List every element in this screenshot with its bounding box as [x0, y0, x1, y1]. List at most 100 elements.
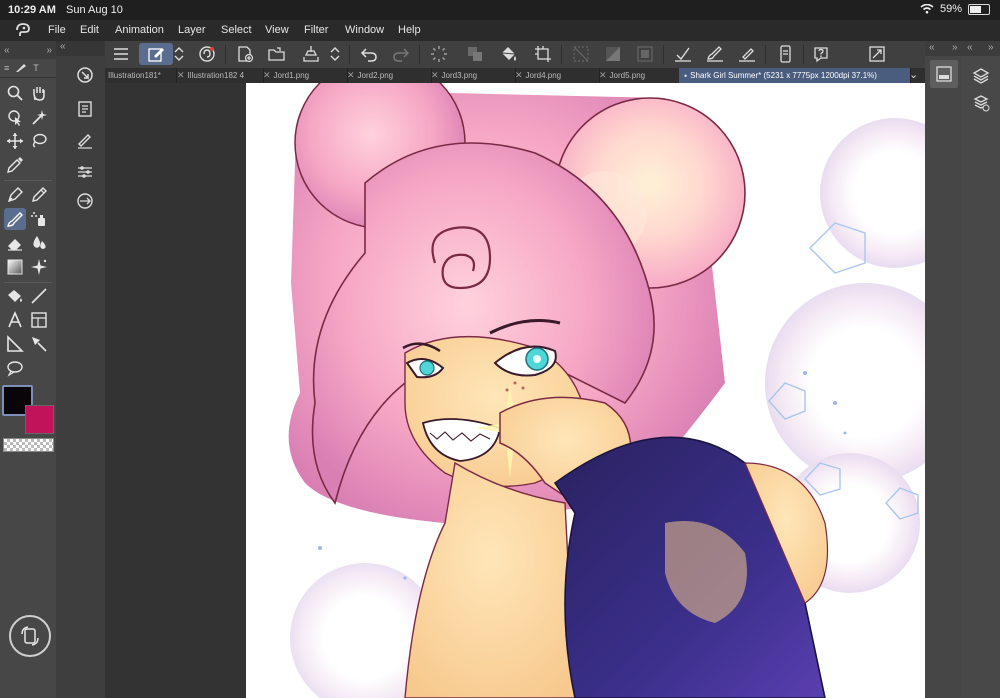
snap-ruler-icon[interactable] — [671, 43, 695, 65]
battery-fill — [970, 5, 981, 13]
menu-select[interactable]: Select — [221, 24, 252, 36]
tab-overflow-chevron-icon[interactable]: ⌄ — [909, 68, 918, 81]
brush-size-icon[interactable] — [76, 131, 94, 149]
redo-icon[interactable] — [389, 43, 413, 65]
sub-collapse-left-button[interactable]: « — [60, 41, 66, 56]
pen-icon[interactable] — [4, 184, 26, 206]
invert-selection-icon[interactable] — [601, 43, 625, 65]
tool-property-icon[interactable] — [76, 163, 94, 181]
app-logo-icon[interactable] — [14, 22, 32, 38]
new-canvas-icon[interactable] — [233, 43, 257, 65]
move-icon[interactable] — [4, 130, 26, 152]
expand-selection-icon[interactable] — [633, 43, 657, 65]
document-tab[interactable]: ✕ Jord2.png — [343, 68, 432, 83]
tab-label: Illustration182 4 — [187, 71, 245, 80]
document-tab[interactable]: ✕ Illustration182 4 — [173, 68, 264, 83]
menu-window[interactable]: Window — [345, 24, 384, 36]
gradient-icon[interactable] — [4, 256, 26, 278]
snap-special-ruler-icon[interactable] — [703, 43, 727, 65]
right-collapse-left-button[interactable]: « — [929, 42, 935, 53]
eyedropper-icon[interactable] — [4, 154, 26, 176]
document-tab[interactable]: ✕ Jord1.png — [259, 68, 348, 83]
magic-wand-icon[interactable] — [28, 106, 50, 128]
clear-selection-icon[interactable] — [569, 43, 593, 65]
fullscreen-icon[interactable] — [865, 43, 889, 65]
rotate-icon — [21, 626, 39, 646]
balloon-icon[interactable] — [4, 357, 26, 379]
document-tab[interactable]: ✕ Jord5.png — [595, 68, 684, 83]
menu-file[interactable]: File — [48, 24, 66, 36]
tab-close-icon[interactable]: ✕ — [431, 70, 439, 81]
tab-close-icon[interactable]: ✕ — [515, 70, 523, 81]
menu-icon[interactable]: ≡ — [4, 63, 9, 73]
smartphone-connect-icon[interactable] — [773, 43, 797, 65]
collapse-left-button[interactable]: « — [4, 45, 10, 56]
tab-close-icon[interactable]: ✕ — [599, 70, 607, 81]
canvas-rotate-button[interactable] — [9, 615, 51, 657]
battery-icon — [968, 3, 990, 15]
layer-property-icon[interactable] — [972, 94, 990, 112]
fill-bucket-icon[interactable] — [497, 43, 521, 65]
chevron-updown-icon[interactable] — [171, 43, 187, 65]
right-dock-column — [925, 56, 962, 698]
right-collapse-right-2-button[interactable]: » — [988, 42, 994, 53]
zoom-icon[interactable] — [4, 82, 26, 104]
undo-icon[interactable] — [357, 43, 381, 65]
collapse-right-button[interactable]: » — [46, 45, 52, 56]
color-set-icon[interactable] — [76, 192, 94, 210]
decoration-icon[interactable] — [28, 256, 50, 278]
lasso-icon[interactable] — [28, 130, 50, 152]
navigator-button[interactable] — [930, 60, 958, 88]
text-tab[interactable]: T — [33, 63, 39, 73]
fill-icon[interactable] — [4, 285, 26, 307]
menu-view[interactable]: View — [265, 24, 289, 36]
tab-modified-dot[interactable]: • — [684, 71, 687, 81]
sub-color-swatch[interactable] — [25, 405, 54, 434]
copy-layer-icon[interactable] — [463, 43, 487, 65]
loading-spinner-icon[interactable] — [427, 43, 451, 65]
correct-line-icon[interactable] — [28, 333, 50, 355]
document-tab[interactable]: Illustration181* — [105, 68, 177, 83]
transparent-color-swatch[interactable] — [3, 438, 54, 452]
save-chevron-icon[interactable] — [327, 43, 343, 65]
tab-close-icon[interactable]: ✕ — [263, 70, 271, 81]
document-tab[interactable]: ✕ Jord3.png — [427, 68, 516, 83]
hand-icon[interactable] — [28, 82, 50, 104]
sub-tool-detail-icon[interactable] — [76, 100, 94, 118]
eraser-icon[interactable] — [4, 232, 26, 254]
line-icon[interactable] — [28, 285, 50, 307]
menu-animation[interactable]: Animation — [115, 24, 164, 36]
blend-icon[interactable] — [28, 232, 50, 254]
layer-icon[interactable] — [972, 67, 990, 85]
open-folder-icon[interactable] — [265, 43, 289, 65]
right-collapse-right-button[interactable]: » — [952, 42, 958, 53]
menu-help[interactable]: Help — [398, 24, 421, 36]
hamburger-menu-icon[interactable] — [109, 43, 133, 65]
crop-icon[interactable] — [531, 43, 555, 65]
edit-mode-icon[interactable] — [139, 43, 173, 65]
airbrush-icon[interactable] — [28, 208, 50, 230]
tab-close-icon[interactable]: ✕ — [347, 70, 355, 81]
save-icon[interactable] — [299, 43, 323, 65]
brush-icon[interactable] — [4, 208, 26, 230]
sub-tool-icon[interactable] — [76, 66, 94, 84]
artwork-canvas[interactable] — [105, 83, 925, 698]
pen-tab-icon[interactable] — [15, 63, 27, 73]
text-icon[interactable] — [4, 309, 26, 331]
snap-grid-icon[interactable] — [735, 43, 759, 65]
right-collapse-left-2-button[interactable]: « — [967, 42, 973, 53]
ruler-icon[interactable] — [4, 333, 26, 355]
tab-close-icon[interactable]: ✕ — [177, 70, 185, 81]
frame-border-icon[interactable] — [28, 309, 50, 331]
document-tab-active[interactable]: • Shark Girl Summer* (5231 x 7775px 1200… — [679, 68, 911, 83]
menu-edit[interactable]: Edit — [80, 24, 99, 36]
help-icon[interactable] — [809, 43, 833, 65]
toolbar-divider — [561, 45, 562, 64]
menu-layer[interactable]: Layer — [178, 24, 206, 36]
pencil-icon[interactable] — [28, 184, 50, 206]
object-select-icon[interactable] — [4, 106, 26, 128]
canvas-area[interactable] — [105, 83, 925, 698]
menu-filter[interactable]: Filter — [304, 24, 328, 36]
companion-mode-icon[interactable] — [195, 43, 219, 65]
document-tab[interactable]: ✕ Jord4.png — [511, 68, 600, 83]
